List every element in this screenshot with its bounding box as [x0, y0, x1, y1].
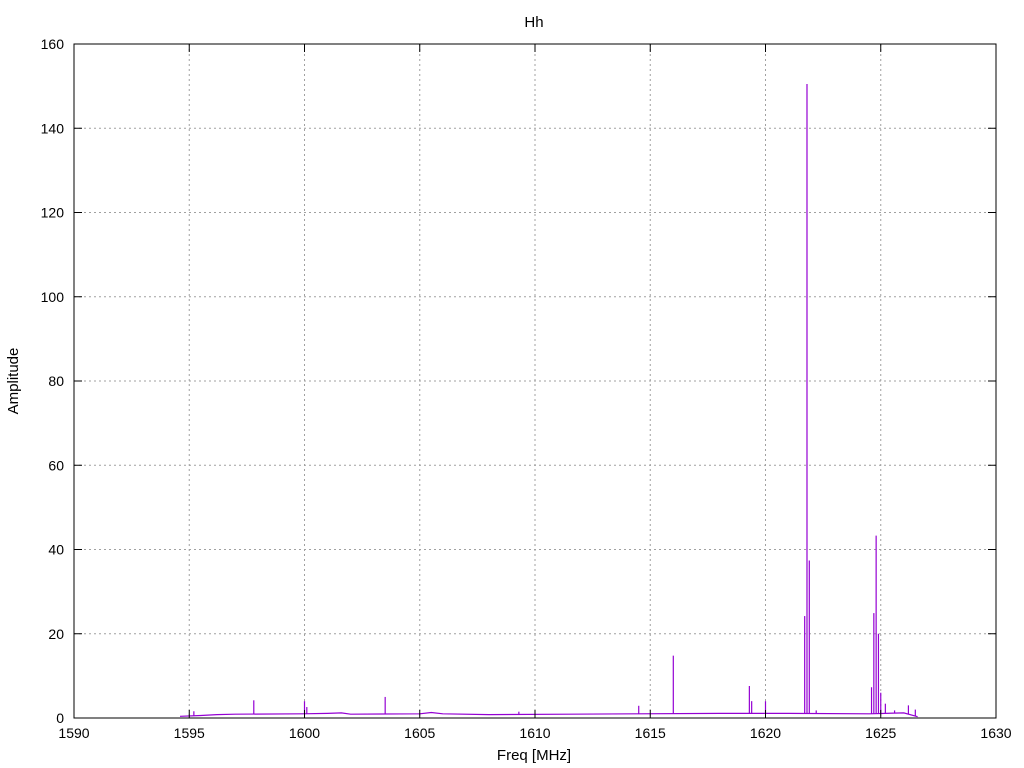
x-tick-label: 1605	[404, 725, 435, 741]
grid	[74, 44, 996, 718]
axis-ticks: 1590 1595 1600 1605 1610 1615 1620 1625 1630 0 20 4…	[41, 36, 1012, 741]
x-axis-label: Freq [MHz]	[497, 747, 571, 764]
y-tick-label: 160	[41, 36, 65, 52]
y-tick-label: 20	[48, 626, 64, 642]
series-amplitude	[179, 84, 918, 718]
x-tick-label: 1600	[289, 725, 320, 741]
x-tick-label: 1610	[519, 725, 550, 741]
y-tick-label: 0	[56, 710, 64, 726]
y-tick-label: 40	[48, 542, 64, 558]
y-tick-label: 100	[41, 289, 65, 305]
y-tick-label: 140	[41, 120, 65, 136]
y-tick-label: 60	[48, 457, 64, 473]
x-tick-label: 1630	[980, 725, 1011, 741]
y-tick-label: 80	[48, 373, 64, 389]
x-tick-label: 1615	[635, 725, 666, 741]
x-tick-label: 1590	[58, 725, 89, 741]
y-axis-label: Amplitude	[5, 348, 22, 415]
y-tick-label: 120	[41, 205, 65, 221]
chart-title: Hh	[524, 14, 543, 31]
chart: 1590 1595 1600 1605 1610 1615 1620 1625 1630 0 20 4…	[5, 14, 1012, 764]
x-tick-label: 1595	[174, 725, 205, 741]
x-tick-label: 1625	[865, 725, 896, 741]
x-tick-label: 1620	[750, 725, 781, 741]
